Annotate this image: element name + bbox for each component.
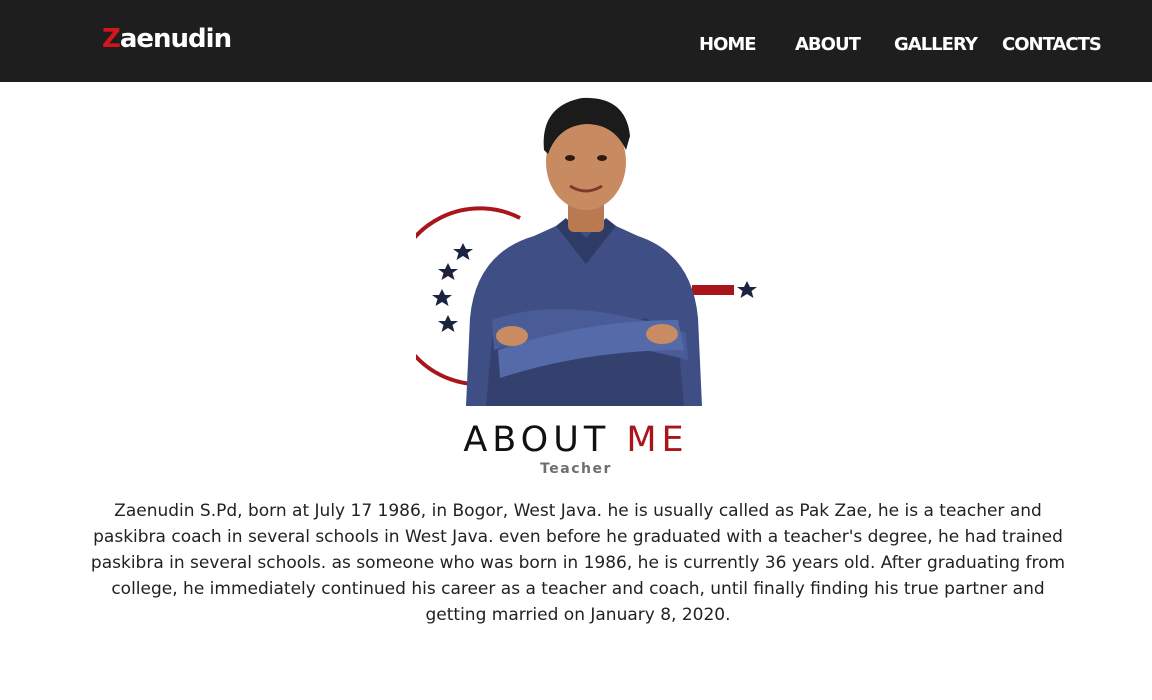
top-navbar: Zaenudin HOME ABOUT GALLERY CONTACTS [0,0,1152,82]
about-title-main: ABOUT [463,420,627,460]
hero-portrait [416,88,762,406]
star-icon [438,263,458,280]
right-eye [597,155,607,161]
nav-home[interactable]: HOME [699,34,757,55]
star-icon [438,315,458,332]
star-icon [432,289,452,306]
brand-logo-initial: Z [102,24,121,54]
brand-logo[interactable]: Zaenudin [102,24,232,54]
nav-about[interactable]: ABOUT [795,34,861,55]
nav-contacts[interactable]: CONTACTS [1002,34,1102,55]
star-icon [737,281,757,298]
portrait-illustration [416,97,757,406]
about-title-accent: ME [626,420,689,460]
star-icon [453,243,473,260]
right-hand [646,324,678,344]
nav-gallery[interactable]: GALLERY [894,34,978,55]
decorative-red-bar [692,285,734,295]
about-subtitle: Teacher [540,461,612,477]
about-title: ABOUT ME [0,420,1152,460]
about-bio: Zaenudin S.Pd, born at July 17 1986, in … [90,501,1066,625]
brand-logo-text: aenudin [119,24,232,54]
left-hand [496,326,528,346]
left-eye [565,155,575,161]
